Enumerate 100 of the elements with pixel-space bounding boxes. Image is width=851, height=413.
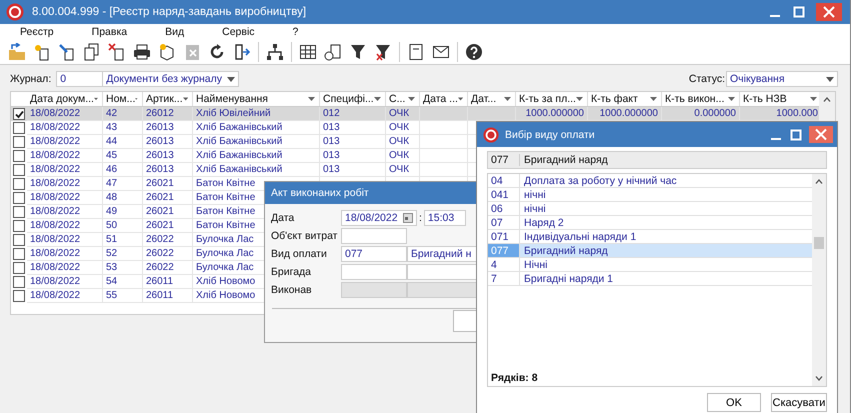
row-checkbox[interactable]	[13, 108, 25, 120]
date-field[interactable]: 18/08/2022	[341, 210, 417, 226]
column-header[interactable]: Дата докум...	[27, 92, 103, 106]
dialog-button[interactable]: OK	[707, 393, 761, 412]
name-text: Бригадний наряд	[523, 244, 608, 256]
column-header[interactable]: К-ть викон...	[662, 92, 740, 106]
sort-arrow-icon	[504, 97, 511, 101]
row-checkbox[interactable]	[13, 192, 25, 204]
name-text: Наряд 2	[523, 216, 564, 228]
close-icon[interactable]	[816, 3, 842, 21]
field-label: Дата	[271, 212, 296, 224]
row-checkbox[interactable]	[13, 206, 25, 218]
row-checkbox[interactable]	[13, 150, 25, 162]
column-header[interactable]: Ном...	[103, 92, 143, 106]
exit-icon[interactable]	[233, 43, 251, 61]
envelope-icon[interactable]	[432, 43, 450, 61]
folder-arrow-icon[interactable]	[8, 43, 26, 61]
copy-icon[interactable]	[83, 43, 101, 61]
scrollbar[interactable]	[812, 174, 826, 386]
sort-arrow-icon	[182, 97, 188, 101]
list-item[interactable]: 4 Нічні	[488, 258, 812, 272]
column-header[interactable]: Артик...	[143, 92, 193, 106]
row-checkbox[interactable]	[13, 136, 25, 148]
row-checkbox[interactable]	[13, 122, 25, 134]
scroll-down-icon[interactable]	[815, 376, 823, 381]
table-cell: 52	[106, 248, 118, 259]
row-checkbox[interactable]	[13, 234, 25, 246]
table-cell: 26022	[146, 234, 174, 245]
maximize-icon[interactable]	[789, 128, 803, 142]
table-cell: 50	[106, 220, 118, 231]
row-checkbox[interactable]	[13, 248, 25, 260]
table-cell: Хліб Новомо	[196, 290, 256, 301]
close-icon[interactable]	[809, 126, 833, 143]
calendar-icon[interactable]	[403, 213, 413, 223]
input-field[interactable]	[341, 264, 407, 280]
table-cell: 55	[106, 290, 118, 301]
print-icon[interactable]	[133, 43, 151, 61]
row-checkbox[interactable]	[13, 164, 25, 176]
table-cell: ОЧК	[389, 150, 410, 161]
table-icon[interactable]	[299, 43, 317, 61]
column-header[interactable]: К-ть факт	[588, 92, 662, 106]
time-field[interactable]: 15:03	[424, 210, 466, 226]
table-cell: Хліб Ювілейний	[196, 108, 271, 119]
table-row[interactable]: 18/08/2022 42 26012 Хліб Ювілейний 012 ОЧК 1000.000000 1000.000000 0.000000 1000.000	[11, 107, 819, 121]
filter-icon[interactable]	[349, 43, 367, 61]
table-cell: 42	[106, 108, 118, 119]
status-dropdown[interactable]: Очікування	[726, 71, 838, 87]
delete-icon[interactable]	[108, 43, 126, 61]
maximize-icon[interactable]	[792, 5, 806, 19]
sort-arrow-icon	[576, 97, 583, 101]
edit-icon[interactable]	[58, 43, 76, 61]
table-cell: 013	[323, 150, 340, 161]
column-header[interactable]: Дат...	[468, 92, 516, 106]
filter-clear-icon[interactable]	[374, 43, 392, 61]
row-checkbox[interactable]	[13, 276, 25, 288]
field-label: Вид оплати	[271, 248, 328, 260]
hierarchy-icon[interactable]	[266, 43, 284, 61]
list-item[interactable]: 7 Бригадні наряди 1	[488, 272, 812, 286]
journal-dropdown[interactable]: Документи без журналу	[102, 71, 240, 87]
table-cell: 46	[106, 164, 118, 175]
menu-item[interactable]: Правка	[92, 26, 128, 38]
menu-item[interactable]: Реєстр	[20, 26, 54, 38]
column-header[interactable]: Дата ...	[420, 92, 468, 106]
window-title: 8.00.004.999 - [Реєстр наряд-завдань виробництву]	[32, 6, 306, 18]
list-item[interactable]: 04 Доплата за роботу у нічний час	[488, 174, 812, 188]
sort-arrow-icon	[374, 97, 381, 101]
list-item[interactable]: 07 Наряд 2	[488, 216, 812, 230]
input-field[interactable]: 077	[341, 246, 407, 262]
menu-item[interactable]: Вид	[165, 26, 184, 38]
column-header[interactable]: К-ть за пл...	[516, 92, 588, 106]
scroll-up-icon[interactable]	[815, 179, 823, 184]
dialog-button[interactable]: Скасувати	[771, 393, 827, 412]
field-label: Об'єкт витрат	[271, 230, 338, 242]
column-header[interactable]: Найменування	[193, 92, 320, 106]
table-cell: 53	[106, 262, 118, 273]
table-cell: 1000.000000	[600, 108, 658, 119]
table-cell: 51	[106, 234, 118, 245]
row-checkbox[interactable]	[13, 178, 25, 190]
menu-item[interactable]: ?	[292, 26, 298, 38]
table-cell: 18/08/2022	[30, 248, 80, 259]
column-header[interactable]: Специфі...	[320, 92, 386, 106]
row-checkbox[interactable]	[13, 290, 25, 302]
list-item[interactable]: 077 Бригадний наряд	[488, 244, 812, 258]
scroll-up-icon[interactable]	[823, 97, 831, 102]
sort-arrow-icon	[810, 97, 817, 101]
row-checkbox[interactable]	[13, 262, 25, 274]
refresh-icon[interactable]	[208, 43, 226, 61]
form-icon[interactable]	[407, 43, 425, 61]
table-cell: Батон Квітне	[196, 220, 256, 231]
column-header[interactable]: С...	[386, 92, 420, 106]
menu-item[interactable]: Сервіс	[222, 26, 255, 38]
help-icon[interactable]	[465, 43, 483, 61]
input-field[interactable]	[341, 228, 407, 244]
list-item[interactable]: 041 нічні	[488, 188, 812, 202]
journal-code-field[interactable]: 0	[56, 71, 104, 87]
list-item[interactable]: 06 нічні	[488, 202, 812, 216]
row-checkbox[interactable]	[13, 220, 25, 232]
table-cell: Булочка Лас	[196, 234, 254, 245]
new-icon[interactable]	[33, 43, 51, 61]
scroll-thumb[interactable]	[814, 236, 824, 249]
